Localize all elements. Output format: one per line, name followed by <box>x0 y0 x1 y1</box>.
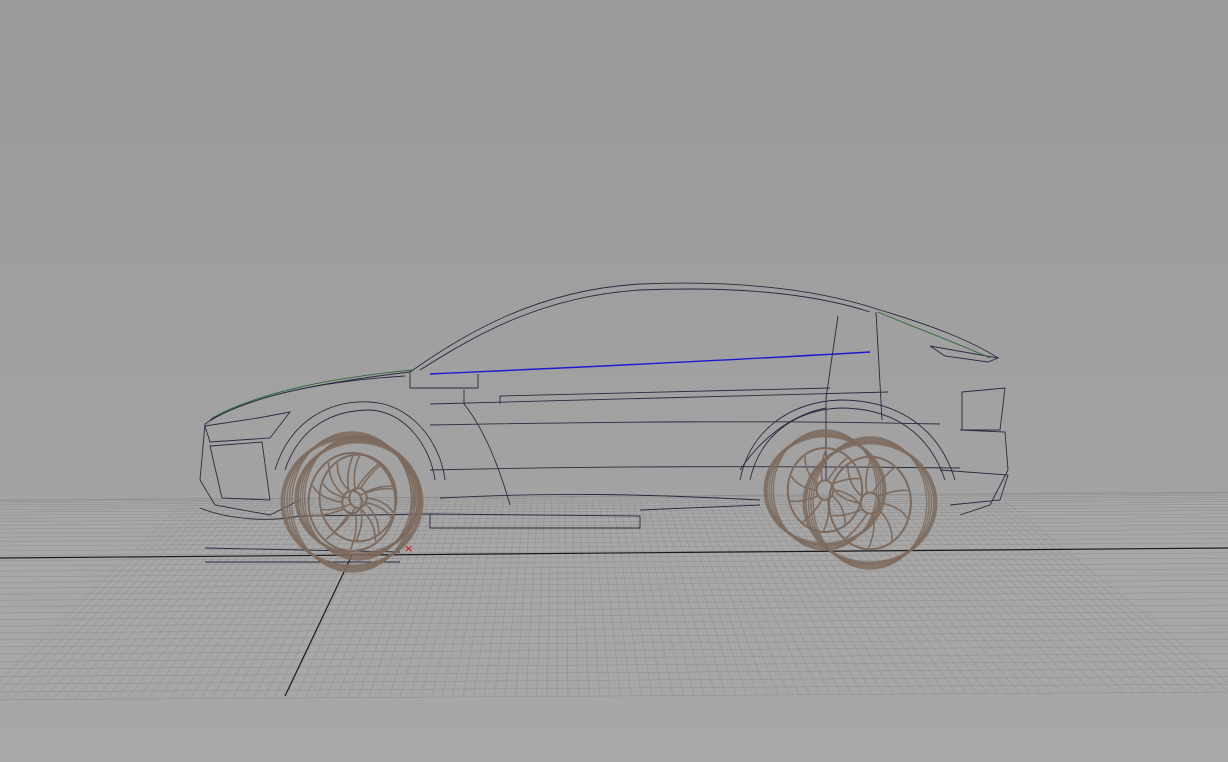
door-cut-rear[interactable] <box>739 407 827 471</box>
rear-spoiler[interactable] <box>929 345 1000 363</box>
viewport-scene[interactable]: × · <box>0 0 1228 762</box>
svg-text:×: × <box>404 542 413 555</box>
roof-line-inner[interactable] <box>419 288 871 371</box>
roof-line[interactable] <box>409 282 999 373</box>
ground-grid <box>0 491 1228 701</box>
door-cut-front[interactable] <box>463 390 511 506</box>
hood-line-2[interactable] <box>209 375 406 421</box>
rear-light[interactable] <box>961 387 1006 431</box>
3d-viewport[interactable]: × · <box>0 0 1228 762</box>
a-pillar[interactable] <box>409 372 479 389</box>
svg-text:·: · <box>395 550 398 559</box>
door-top-line[interactable] <box>499 387 831 404</box>
green-roof-curve[interactable] <box>877 311 991 359</box>
belt-line-blue[interactable] <box>429 351 871 375</box>
green-hood-curve[interactable] <box>211 369 413 419</box>
grille[interactable] <box>209 441 271 501</box>
hood-line[interactable] <box>204 371 411 425</box>
mid-body-line[interactable] <box>429 421 941 426</box>
